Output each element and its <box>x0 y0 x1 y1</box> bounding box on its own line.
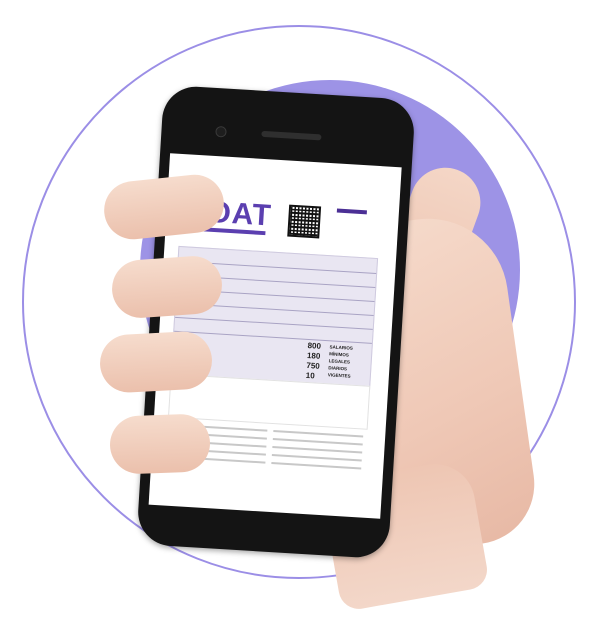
phone-camera-icon <box>215 125 227 138</box>
smartphone: SOAT 800 180 750 10 SALARIOS MÍNIMOS LEG… <box>136 84 416 560</box>
fine-print-line <box>271 453 362 462</box>
coverage-number: 180 <box>306 350 321 361</box>
coverage-label: LEGALES <box>328 358 351 365</box>
coverage-label: DIARIOS <box>328 365 348 372</box>
coverage-label: MÍNIMOS <box>329 351 350 358</box>
fine-print-line <box>273 430 364 438</box>
illustration: SOAT 800 180 750 10 SALARIOS MÍNIMOS LEG… <box>0 0 597 623</box>
hand-finger <box>109 413 211 475</box>
coverage-number: 10 <box>305 370 315 381</box>
form-divider <box>175 316 373 330</box>
hand-finger <box>110 254 224 320</box>
coverage-label: VIGENTES <box>327 372 351 379</box>
coverage-number: 800 <box>307 340 322 351</box>
header-tag <box>336 208 367 215</box>
fine-print-line <box>271 461 362 470</box>
coverage-number: 750 <box>306 360 321 371</box>
phone-speaker-icon <box>261 130 322 141</box>
qr-code-icon <box>287 204 322 239</box>
fine-print-line <box>272 438 363 446</box>
coverage-label: SALARIOS <box>329 344 353 351</box>
fine-print-line <box>272 446 363 454</box>
hand-finger <box>98 330 214 394</box>
